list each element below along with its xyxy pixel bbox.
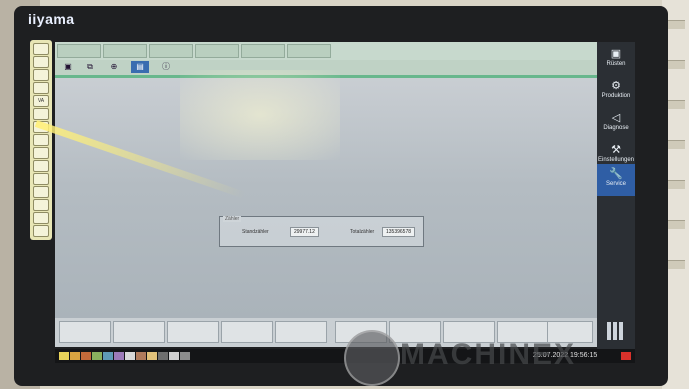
color-swatch	[103, 352, 113, 360]
color-swatch	[59, 352, 69, 360]
screen-reflection	[180, 70, 340, 160]
top-tab-bar	[55, 42, 597, 60]
color-swatch	[81, 352, 91, 360]
color-swatch	[70, 352, 80, 360]
tab-process[interactable]	[149, 44, 193, 58]
counter-label: Standzähler	[242, 229, 269, 235]
nav-label: Produktion	[601, 93, 631, 99]
production-icon: ⚙	[611, 80, 621, 92]
rack-slat	[666, 260, 685, 269]
keypad-key[interactable]: VA	[33, 95, 49, 107]
keypad-key[interactable]	[33, 108, 49, 120]
color-swatch	[158, 352, 168, 360]
rack-slat	[666, 220, 685, 229]
tab-status[interactable]	[57, 44, 101, 58]
keypad-key[interactable]	[33, 160, 49, 172]
tab-tools[interactable]	[195, 44, 239, 58]
keypad-key[interactable]	[33, 173, 49, 185]
keypad-key[interactable]	[33, 147, 49, 159]
watermark-logo-icon	[344, 330, 400, 386]
keypad-key[interactable]	[33, 186, 49, 198]
wrench-icon: 🔧	[609, 168, 623, 180]
nav-service[interactable]: 🔧 Service	[597, 164, 635, 196]
speaker-icon: ◁	[611, 112, 621, 124]
counter-label: Totalzähler	[350, 229, 375, 235]
camera-icon[interactable]: ▣	[61, 61, 75, 73]
keypad-key[interactable]	[33, 199, 49, 211]
counter-group-label: Zähler	[223, 216, 242, 222]
watermark-text: MACHINEX	[400, 338, 577, 371]
rack-slat	[666, 100, 685, 109]
keypad-key[interactable]	[33, 69, 49, 81]
tab-overview[interactable]	[103, 44, 147, 58]
color-swatch	[147, 352, 157, 360]
tab-parameters[interactable]	[241, 44, 285, 58]
copy-icon[interactable]: ⧉	[83, 61, 97, 73]
network-icon[interactable]: ⊕	[107, 61, 121, 73]
rack-slat	[666, 20, 685, 29]
keypad-key[interactable]	[33, 134, 49, 146]
tab-more[interactable]	[287, 44, 331, 58]
color-swatch	[114, 352, 124, 360]
keypad-key[interactable]	[33, 212, 49, 224]
settings-icon: ⚒	[611, 144, 621, 156]
nav-label: Service	[605, 181, 626, 187]
function-key[interactable]	[275, 321, 327, 343]
color-swatch	[180, 352, 190, 360]
watermark: MACHINEX	[344, 330, 644, 386]
keypad-key[interactable]	[33, 82, 49, 94]
main-nav-sidebar: ▣ Rüsten ⚙ Produktion ◁ Diagnose ⚒ Einst…	[597, 42, 635, 352]
nav-label: Diagnose	[603, 125, 629, 131]
rack-slat	[666, 60, 685, 69]
function-key[interactable]	[167, 321, 219, 343]
recipe-icon: ▣	[610, 48, 622, 60]
keypad-key[interactable]	[33, 225, 49, 237]
color-swatch	[125, 352, 135, 360]
counter-group: Zähler Standzähler 29977.12 Totalzähler …	[219, 216, 424, 247]
nav-produktion[interactable]: ⚙ Produktion	[597, 76, 635, 108]
color-swatch	[92, 352, 102, 360]
function-key[interactable]	[113, 321, 165, 343]
counter-icon[interactable]: ▤	[131, 61, 149, 73]
brand-logo: iiyama	[28, 11, 75, 27]
nav-ruesten[interactable]: ▣ Rüsten	[597, 44, 635, 76]
color-swatch	[169, 352, 179, 360]
nav-label: Einstellungen	[597, 157, 635, 163]
keypad-key[interactable]	[33, 56, 49, 68]
counter-value: 29977.12	[290, 227, 319, 237]
color-swatch	[136, 352, 146, 360]
function-key[interactable]	[59, 321, 111, 343]
hardware-keypad: VA	[30, 40, 52, 240]
rack-slat	[666, 180, 685, 189]
nav-label: Rüsten	[606, 61, 626, 67]
nav-diagnose[interactable]: ◁ Diagnose	[597, 108, 635, 140]
keypad-key[interactable]	[33, 43, 49, 55]
info-icon[interactable]: ⓘ	[159, 61, 173, 73]
counter-value: 135396578	[382, 227, 416, 237]
rack-slat	[666, 140, 685, 149]
function-key[interactable]	[221, 321, 273, 343]
